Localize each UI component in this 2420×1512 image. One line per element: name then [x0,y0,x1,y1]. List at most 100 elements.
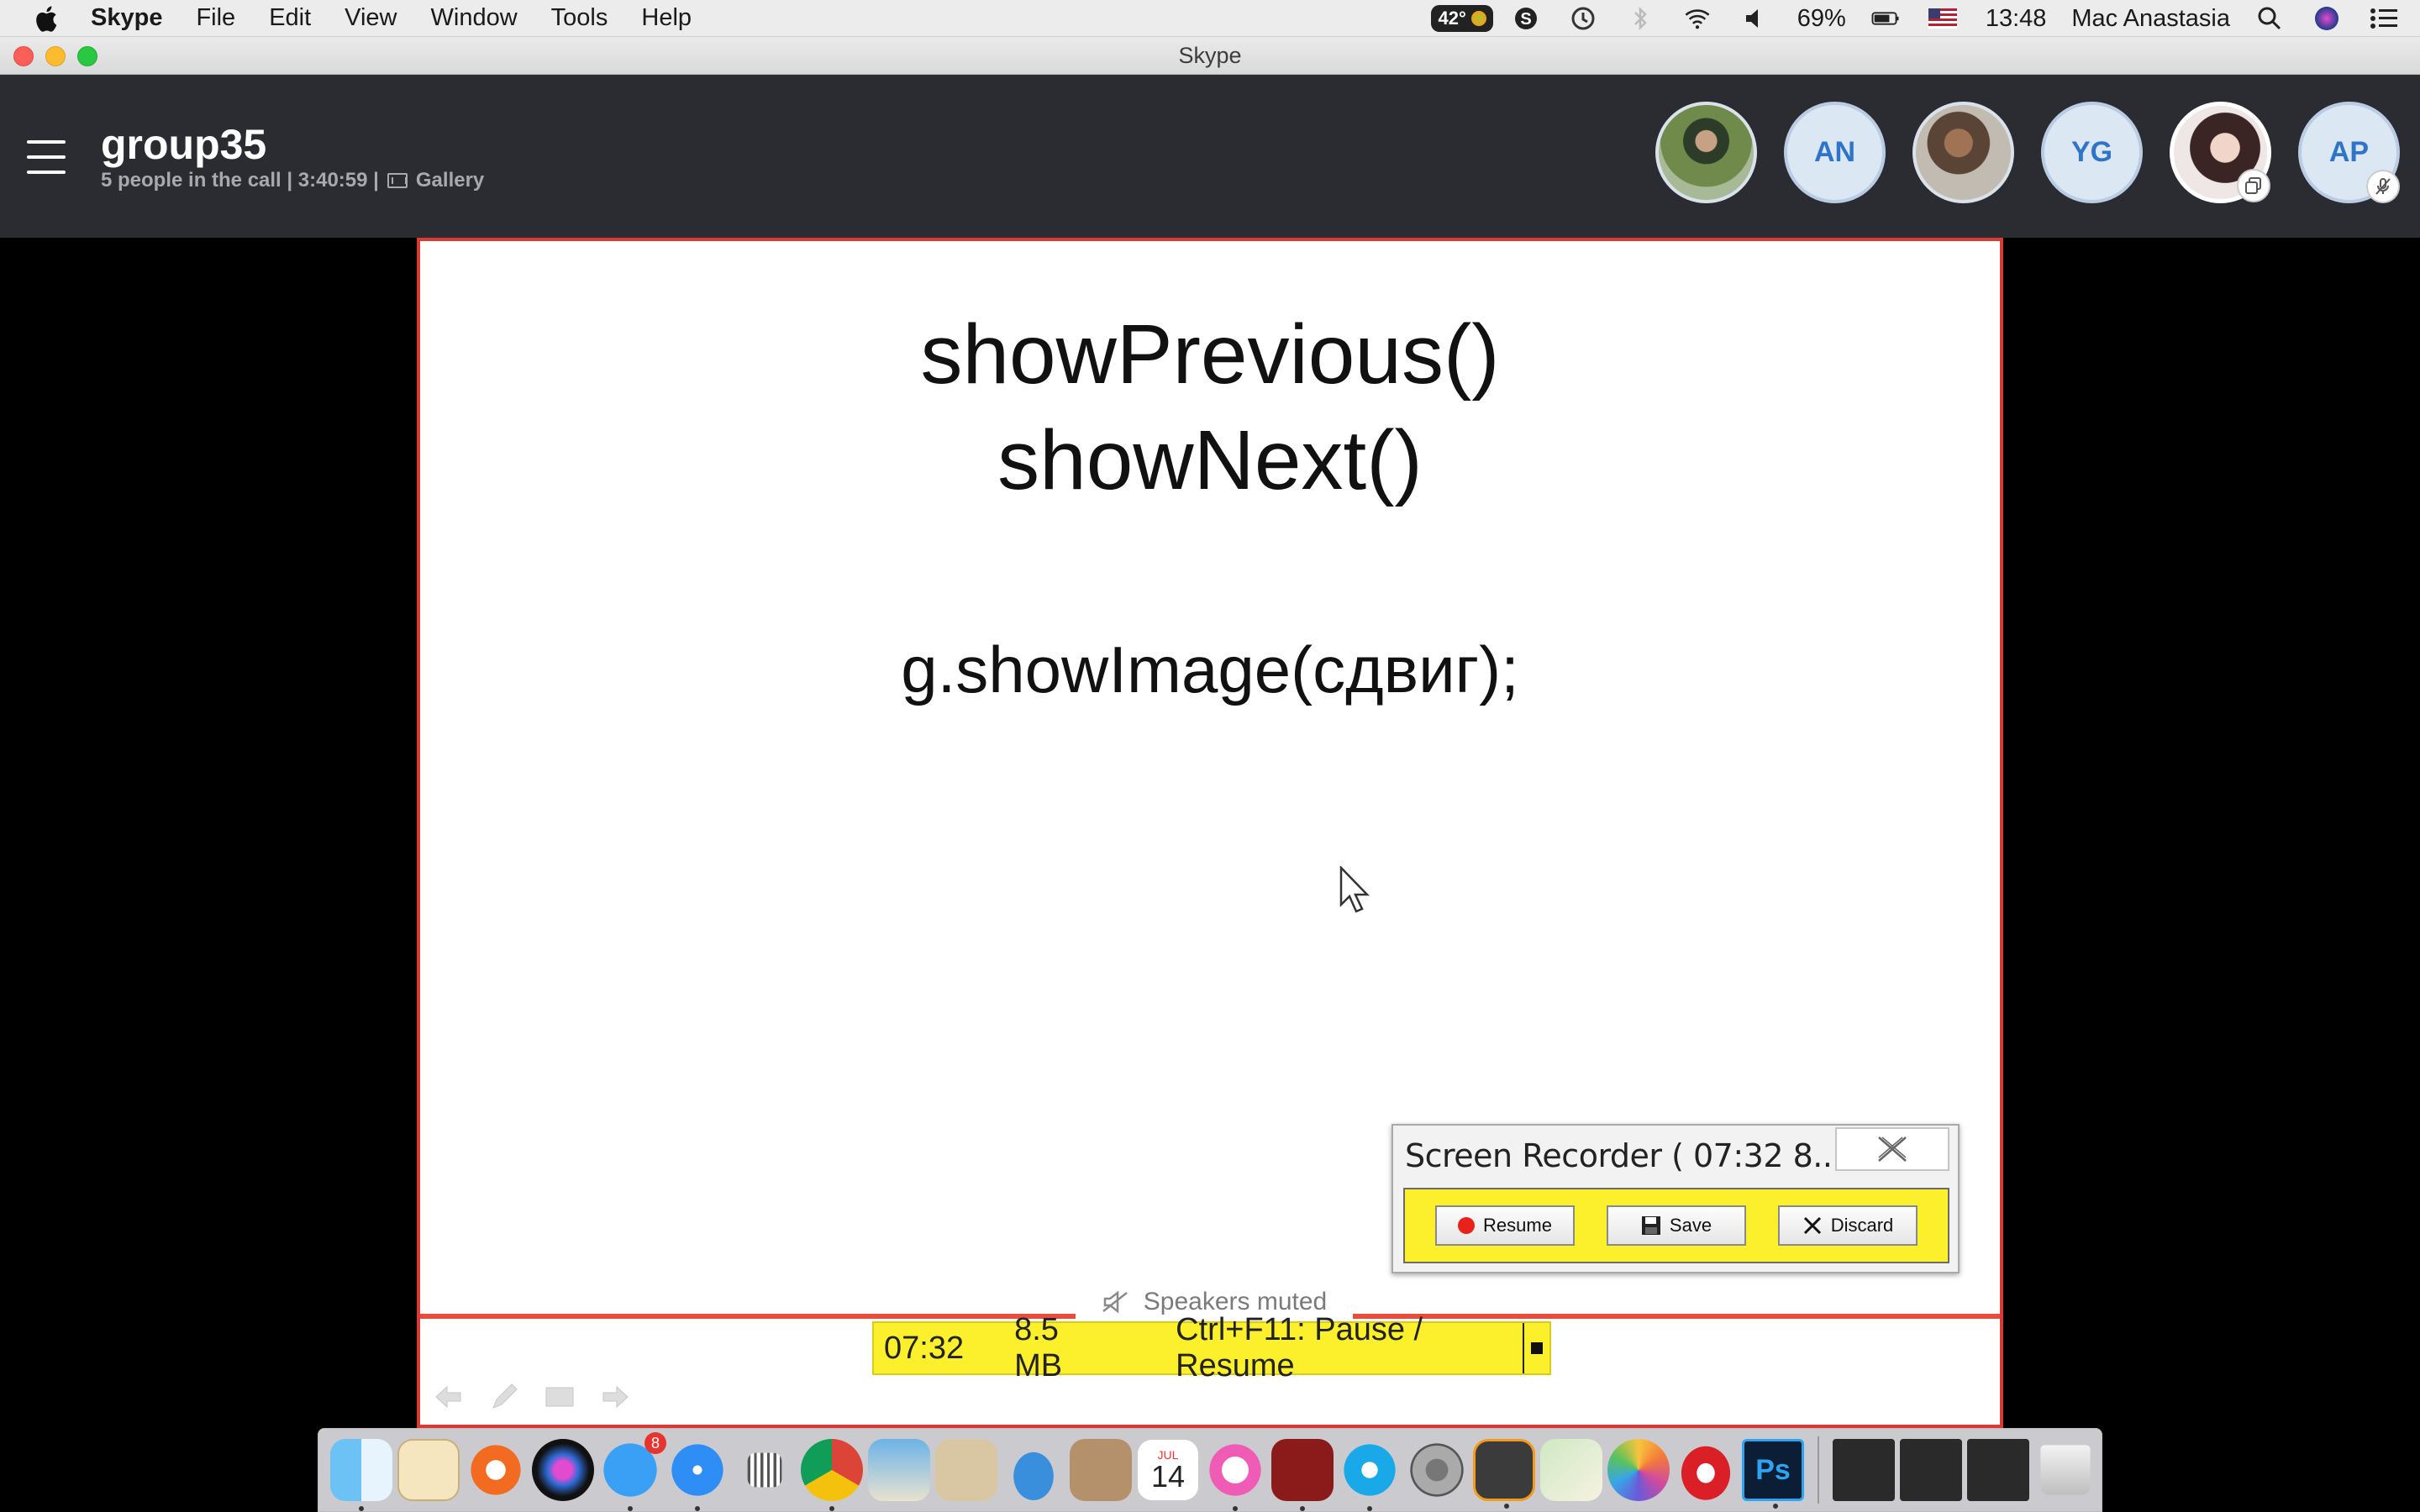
temperature-label: 42° [1438,8,1466,29]
hamburger-menu-icon[interactable] [27,140,66,174]
window-close-button[interactable] [13,46,34,66]
chrome-icon[interactable] [801,1439,863,1511]
forward-arrow-icon[interactable] [598,1382,632,1412]
dock-separator [1818,1436,1819,1504]
window-title: Skype [1178,42,1242,68]
system-preferences-icon[interactable] [1406,1439,1468,1501]
screen-share-toolbar [432,1382,632,1412]
menu-file[interactable]: File [196,4,235,32]
itunes-icon[interactable] [1204,1439,1266,1511]
menu-skype[interactable]: Skype [91,4,162,32]
discard-label: Discard [1830,1215,1894,1236]
macos-dock: 8 JUL 14 Ps [318,1428,2102,1512]
floppy-disk-icon [1641,1216,1660,1235]
trash-icon[interactable] [2040,1445,2091,1495]
minimized-window-1-icon[interactable] [1833,1439,1895,1501]
participant-avatar-an[interactable]: AN [1784,102,1886,203]
minimized-window-2-icon[interactable] [1900,1439,1962,1501]
screen-recorder-dialog: Screen Recorder ( 07:32 8.... Resume Sav… [1392,1124,1960,1273]
notes-pad-icon[interactable] [397,1439,460,1501]
time-machine-icon[interactable] [1569,6,1597,31]
avatar-initials: AP [2328,136,2370,168]
creative-cloud-icon[interactable] [1675,1439,1737,1501]
close-icon [1878,1137,1907,1162]
app-store-icon[interactable]: 8 [599,1432,666,1511]
preview-icon[interactable] [868,1439,930,1501]
group-title: group35 [101,121,267,168]
minimized-window-3-icon[interactable] [1967,1439,2029,1501]
participant-avatar-ap[interactable]: AP [2298,102,2400,203]
documents-folder-icon[interactable] [935,1439,997,1501]
recording-size: 8.5 MB [1014,1312,1063,1383]
menu-view[interactable]: View [345,4,397,32]
avatar-initials: YG [2070,136,2113,168]
mouse-cursor-icon [1339,866,1370,913]
contacts-book-icon[interactable] [1070,1439,1132,1501]
photo-booth-icon[interactable] [1271,1439,1334,1511]
siri-dock-icon[interactable] [532,1439,594,1501]
battery-icon[interactable] [1871,6,1900,31]
battery-percent: 69% [1797,4,1846,32]
photos-icon[interactable] [1607,1439,1670,1501]
participant-avatar-3[interactable] [1912,102,2014,203]
window-zoom-button[interactable] [77,46,97,66]
clock-label[interactable]: 13:48 [1986,5,2047,33]
menu-tools[interactable]: Tools [551,4,608,32]
call-subtitle: 5 people in the call | 3:40:59 | Gallery [101,169,484,192]
stop-recording-button[interactable] [1523,1323,1549,1373]
wifi-icon[interactable] [1683,6,1712,31]
menu-help[interactable]: Help [641,4,692,32]
spotlight-search-icon[interactable] [2255,6,2284,31]
app-store-badge: 8 [644,1432,666,1454]
volume-icon[interactable] [1740,6,1769,31]
window-icon[interactable] [543,1382,576,1412]
popout-icon[interactable] [2237,169,2270,202]
gallery-icon[interactable] [387,173,408,188]
self-avatar[interactable] [2170,102,2271,203]
flag-icon[interactable] [1928,6,1957,31]
pen-icon[interactable] [487,1382,521,1412]
photoshop-icon[interactable]: Ps [1742,1439,1804,1509]
weather-status[interactable]: 42° [1431,5,1493,32]
save-label: Save [1669,1215,1712,1236]
speaker-muted-icon [1102,1290,1128,1314]
call-header: group35 5 people in the call | 3:40:59 |… [0,75,2420,238]
discard-x-icon [1803,1216,1821,1235]
menu-window[interactable]: Window [431,4,518,32]
slide-line-2: showNext() [997,413,1423,507]
participant-avatar-1[interactable] [1655,102,1757,203]
recording-time: 07:32 [884,1330,965,1366]
recording-hotkey-hint: Ctrl+F11: Pause / Resume [1176,1312,1423,1383]
back-arrow-icon[interactable] [432,1382,466,1412]
recorder-title: Screen Recorder ( 07:32 8.... [1405,1137,1852,1174]
window-minimize-button[interactable] [45,46,66,66]
siri-icon[interactable] [2312,6,2341,31]
resume-label: Resume [1483,1215,1552,1236]
menu-edit[interactable]: Edit [269,4,311,32]
bluetooth-icon[interactable] [1626,6,1655,31]
safari-icon[interactable] [666,1439,729,1511]
recorder-close-button[interactable] [1835,1127,1949,1171]
macos-menu-bar: Skype File Edit View Window Tools Help 4… [0,0,2420,37]
gallery-view-label[interactable]: Gallery [416,169,484,192]
migration-cloud-icon[interactable] [1002,1439,1065,1501]
finder-icon[interactable] [330,1439,392,1511]
user-name-label[interactable]: Mac Anastasia [2071,5,2230,33]
slide-line-1: showPrevious() [920,307,1500,402]
window-title-bar: Skype [0,37,2420,75]
skype-status-icon[interactable]: S [1512,6,1540,31]
apple-menu-icon[interactable] [34,3,62,34]
participant-avatar-yg[interactable]: YG [2041,102,2143,203]
launchpad-icon[interactable] [747,1452,782,1488]
calendar-day: 14 [1150,1459,1186,1494]
maps-icon[interactable] [1540,1439,1602,1501]
notification-center-icon[interactable] [2370,6,2398,31]
calendar-icon[interactable]: JUL 14 [1137,1439,1199,1501]
sublime-text-icon[interactable] [1473,1439,1535,1509]
launcher-orange-icon[interactable] [465,1439,527,1501]
save-button[interactable]: Save [1607,1205,1746,1246]
discard-button[interactable]: Discard [1778,1205,1918,1246]
skype-dock-icon[interactable] [1339,1439,1401,1511]
resume-button[interactable]: Resume [1435,1205,1575,1246]
stop-icon [1531,1342,1543,1354]
